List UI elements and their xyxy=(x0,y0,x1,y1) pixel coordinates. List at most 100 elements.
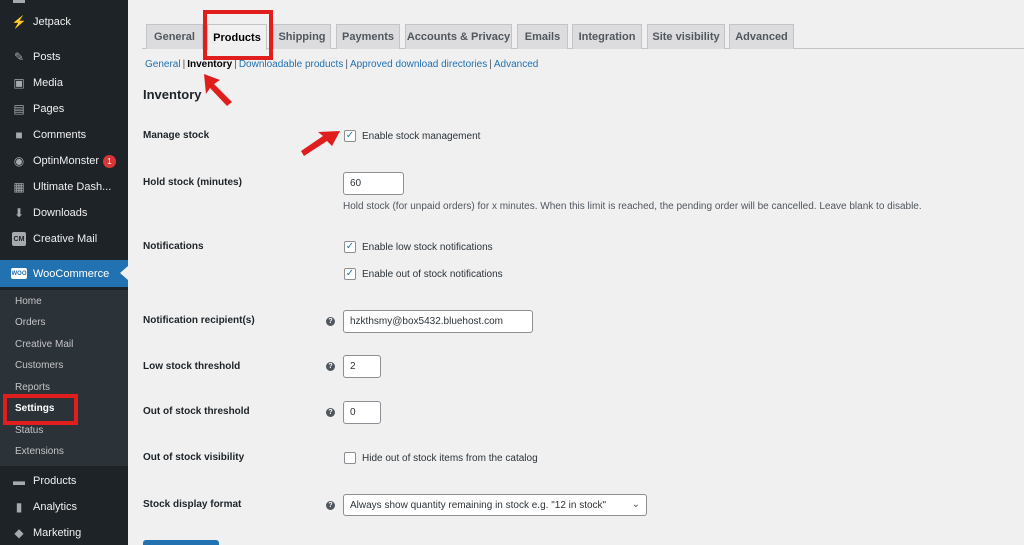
out-of-stock-notifications-label: Enable out of stock notifications xyxy=(362,268,503,280)
settings-highlight xyxy=(3,394,78,425)
products-icon: ▬ xyxy=(13,474,25,488)
chevron-down-icon: ⌄ xyxy=(631,499,640,510)
tab-emails[interactable]: Emails xyxy=(517,24,568,49)
sidebar-item-comments[interactable]: ■ Comments xyxy=(0,122,128,148)
sidebar-item-woocommerce[interactable]: WOO WooCommerce xyxy=(0,260,128,287)
hold-stock-label: Hold stock (minutes) xyxy=(143,177,242,188)
out-of-stock-threshold-label: Out of stock threshold xyxy=(143,406,250,417)
tab-integration[interactable]: Integration xyxy=(572,24,642,49)
sidebar-item-creative-mail[interactable]: CM Creative Mail xyxy=(0,226,128,252)
settings-main: General Products Shipping Payments Accou… xyxy=(128,0,1024,545)
section-subnav: General | Inventory | Downloadable products |… xyxy=(145,59,539,70)
sidebar-item-jetpack[interactable]: ⚡ Jetpack xyxy=(0,9,128,35)
woocommerce-submenu: Home Orders Creative Mail Customers Repo… xyxy=(0,290,128,466)
sidebar-item-label: Ultimate Dash... xyxy=(33,181,112,193)
subnav-advanced[interactable]: Advanced xyxy=(494,59,538,70)
pin-icon: ✎ xyxy=(13,50,25,64)
tab-site-visibility[interactable]: Site visibility xyxy=(647,24,725,49)
dashboard-icon: ▦ xyxy=(13,180,25,194)
stock-display-format-select[interactable]: Always show quantity remaining in stock … xyxy=(343,494,647,516)
sidebar-item-products[interactable]: ▬ Products xyxy=(0,468,128,494)
optinmonster-icon: ◉ xyxy=(13,154,25,168)
sidebar-item-marketing[interactable]: ◆ Marketing xyxy=(0,520,128,545)
out-of-stock-visibility-label: Out of stock visibility xyxy=(143,452,245,463)
tab-advanced[interactable]: Advanced xyxy=(729,24,794,49)
sidebar-item-label: Comments xyxy=(33,129,87,141)
low-stock-notifications-checkbox[interactable]: ✓ xyxy=(344,241,356,253)
help-icon[interactable]: ? xyxy=(326,501,335,510)
tab-general[interactable]: General xyxy=(146,24,203,49)
sidebar-item-label: Marketing xyxy=(33,527,82,539)
submenu-item-status[interactable]: Status xyxy=(15,425,43,436)
recipient-label: Notification recipient(s) xyxy=(143,315,255,326)
save-changes-button[interactable] xyxy=(143,540,219,545)
hide-out-of-stock-row[interactable]: Hide out of stock items from the catalog xyxy=(344,452,538,464)
sidebar-item-optinmonster[interactable]: ◉ OptinMonster 1 xyxy=(0,148,128,174)
menu-icon: ▬ xyxy=(12,0,26,6)
marketing-icon: ◆ xyxy=(14,526,24,540)
hide-out-of-stock-label: Hide out of stock items from the catalog xyxy=(362,452,538,464)
sidebar-item-label: Media xyxy=(33,77,63,89)
manage-stock-row[interactable]: ✓ Enable stock management xyxy=(344,130,480,142)
subnav-downloadable-products[interactable]: Downloadable products xyxy=(239,59,344,70)
out-of-stock-threshold-input[interactable]: 0 xyxy=(343,401,381,424)
sidebar-item-label: Products xyxy=(33,475,77,487)
products-tab-highlight xyxy=(203,10,273,60)
manage-stock-checkbox[interactable]: ✓ xyxy=(344,130,356,142)
sidebar-item-downloads[interactable]: ⬇ Downloads xyxy=(0,200,128,226)
analytics-icon: ▮ xyxy=(15,500,23,514)
sidebar-item-label: Creative Mail xyxy=(33,233,98,245)
creative-mail-icon: CM xyxy=(12,232,26,246)
help-icon[interactable]: ? xyxy=(326,362,335,371)
sidebar-item-posts[interactable]: ✎ Posts xyxy=(0,44,128,70)
tab-shipping[interactable]: Shipping xyxy=(273,24,331,49)
jetpack-icon: ⚡ xyxy=(11,15,27,29)
hold-stock-description: Hold stock (for unpaid orders) for x min… xyxy=(343,201,922,212)
admin-sidebar: ▬ ⚡ Jetpack ✎ Posts ▣ Media ▤ Pages ■ Co… xyxy=(0,0,128,545)
sidebar-item-media[interactable]: ▣ Media xyxy=(0,70,128,96)
sidebar-item-label: Pages xyxy=(33,103,65,115)
subnav-general[interactable]: General xyxy=(145,59,181,70)
manage-stock-arrow-icon xyxy=(301,131,340,156)
low-stock-threshold-label: Low stock threshold xyxy=(143,361,241,372)
submenu-item-extensions[interactable]: Extensions xyxy=(15,446,64,457)
stock-display-format-label: Stock display format xyxy=(143,499,242,510)
manage-stock-label: Manage stock xyxy=(143,130,210,141)
help-icon[interactable]: ? xyxy=(326,408,335,417)
sidebar-item-label: OptinMonster xyxy=(33,155,100,167)
manage-stock-checkbox-label: Enable stock management xyxy=(362,130,481,142)
download-icon: ⬇ xyxy=(13,206,25,220)
sidebar-item-partial[interactable]: ▬ xyxy=(0,0,128,6)
sidebar-item-label: Jetpack xyxy=(33,16,71,28)
low-stock-threshold-input[interactable]: 2 xyxy=(343,355,381,378)
sidebar-item-label: Posts xyxy=(33,51,61,63)
submenu-item-home[interactable]: Home xyxy=(15,296,42,307)
notification-badge: 1 xyxy=(103,154,117,168)
subnav-approved-download-directories[interactable]: Approved download directories xyxy=(350,59,487,70)
tab-payments[interactable]: Payments xyxy=(336,24,400,49)
submenu-item-orders[interactable]: Orders xyxy=(15,317,46,328)
tab-accounts-privacy[interactable]: Accounts & Privacy xyxy=(405,24,512,49)
hide-out-of-stock-checkbox[interactable] xyxy=(344,452,356,464)
sidebar-item-analytics[interactable]: ▮ Analytics xyxy=(0,494,128,520)
submenu-item-customers[interactable]: Customers xyxy=(15,360,63,371)
submenu-item-reports[interactable]: Reports xyxy=(15,382,50,393)
comments-icon: ■ xyxy=(15,128,23,142)
sidebar-item-pages[interactable]: ▤ Pages xyxy=(0,96,128,122)
notifications-label: Notifications xyxy=(143,241,204,252)
inventory-arrow-icon xyxy=(204,74,232,106)
sidebar-item-label: WooCommerce xyxy=(33,267,110,280)
recipient-input[interactable]: hzkthsmy@box5432.bluehost.com xyxy=(343,310,533,333)
hold-stock-input[interactable]: 60 xyxy=(343,172,404,195)
out-of-stock-notifications-row[interactable]: ✓ Enable out of stock notifications xyxy=(344,268,503,280)
out-of-stock-notifications-checkbox[interactable]: ✓ xyxy=(344,268,356,280)
media-icon: ▣ xyxy=(13,76,25,90)
submenu-item-creative-mail[interactable]: Creative Mail xyxy=(15,339,73,350)
low-stock-notifications-row[interactable]: ✓ Enable low stock notifications xyxy=(344,241,493,253)
subnav-inventory[interactable]: Inventory xyxy=(187,59,232,70)
sidebar-item-ultimate-dashboard[interactable]: ▦ Ultimate Dash... xyxy=(0,174,128,200)
sidebar-item-label: Analytics xyxy=(33,501,78,513)
help-icon[interactable]: ? xyxy=(326,317,335,326)
low-stock-notifications-label: Enable low stock notifications xyxy=(362,241,493,253)
woocommerce-icon: WOO xyxy=(11,268,27,279)
